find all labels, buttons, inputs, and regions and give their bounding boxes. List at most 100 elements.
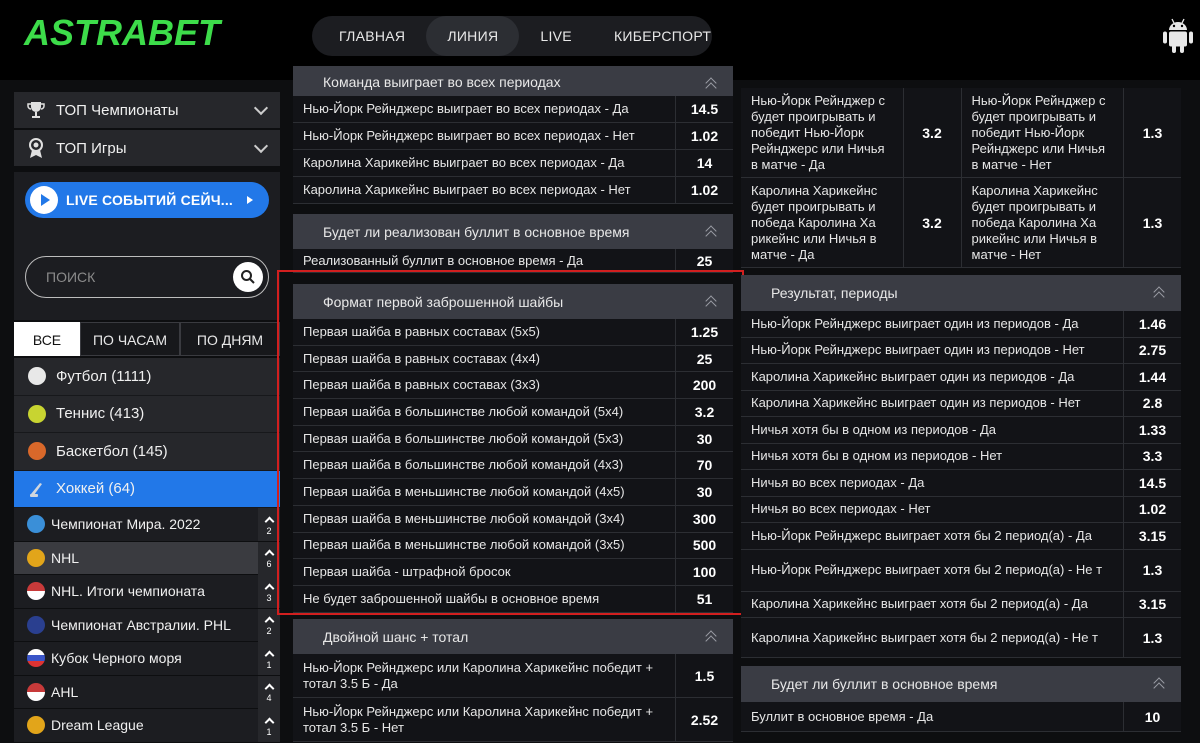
live-events-label: LIVE СОБЫТИЙ СЕЙЧ... <box>66 192 234 208</box>
tab-by-days[interactable]: ПО ДНЯМ <box>180 322 280 356</box>
odds-button[interactable]: 25 <box>675 249 733 272</box>
odds-button[interactable]: 1.3 <box>1123 88 1181 177</box>
odds-button[interactable]: 300 <box>675 505 733 532</box>
search-input[interactable] <box>46 267 226 287</box>
odds-button[interactable]: 3.15 <box>1123 523 1181 549</box>
outcome-label: Нью-Йорк Рейнджер с будет проигрывать и … <box>961 88 1123 177</box>
count-value: 4 <box>266 693 272 703</box>
android-icon[interactable] <box>1160 16 1196 56</box>
market-header[interactable]: Двойной шанс + тотал <box>293 619 733 654</box>
market-header[interactable]: Будет ли буллит в основное время <box>741 666 1181 702</box>
odds-button[interactable]: 14.5 <box>1123 470 1181 496</box>
nav-line[interactable]: ЛИНИЯ <box>426 16 520 56</box>
leagues-list: Чемпионат Мира. 2022 2 NHL 6 NHL. Итоги … <box>14 508 280 743</box>
league-dream-league[interactable]: Dream League 1 <box>14 709 280 743</box>
nav-home[interactable]: ГЛАВНАЯ <box>318 16 426 56</box>
outcome-label: Каролина Харикейнс выиграет один из пери… <box>741 390 1123 416</box>
market-header[interactable]: Формат первой заброшенной шайбы <box>293 284 733 319</box>
league-count[interactable]: 4 <box>258 675 280 709</box>
league-nhl[interactable]: NHL 6 <box>14 541 280 575</box>
odds-button[interactable]: 100 <box>675 559 733 585</box>
market-header[interactable]: Команда выиграет во всех периодах <box>293 66 733 96</box>
odds-button[interactable]: 1.02 <box>675 123 733 149</box>
odds-button[interactable]: 51 <box>675 585 733 612</box>
odds-row: Не будет заброшенной шайбы в основное вр… <box>293 585 733 613</box>
sport-label: Теннис (413) <box>56 405 145 423</box>
market-header[interactable]: Результат, периоды <box>741 275 1181 311</box>
odds-button[interactable]: 1.3 <box>1123 178 1181 267</box>
odds-button[interactable]: 1.3 <box>1123 618 1181 657</box>
odds-button[interactable]: 3.3 <box>1123 443 1181 469</box>
nav-esports[interactable]: КИБЕРСПОРТ <box>593 16 732 56</box>
odds-button[interactable]: 2.75 <box>1123 337 1181 363</box>
odds-button[interactable]: 3.2 <box>902 88 961 177</box>
nav-live[interactable]: LIVE <box>519 16 593 56</box>
odds-button[interactable]: 30 <box>675 425 733 452</box>
menu-label: ТОП Чемпионаты <box>56 101 179 119</box>
odds-button[interactable]: 10 <box>1123 702 1181 731</box>
search-icon[interactable] <box>233 262 263 292</box>
odds-button[interactable]: 200 <box>675 372 733 399</box>
odds-button[interactable]: 3.15 <box>1123 591 1181 617</box>
odds-button[interactable]: 1.5 <box>675 654 733 697</box>
league-ahl[interactable]: AHL 4 <box>14 675 280 709</box>
odds-button[interactable]: 25 <box>675 345 733 372</box>
league-count[interactable]: 3 <box>258 575 280 608</box>
sidebar: ТОП Чемпионаты ТОП Игры LIVE СОБЫТИЙ СЕЙ… <box>14 92 280 743</box>
odds-button[interactable]: 1.3 <box>1123 549 1181 591</box>
us-flag-icon <box>27 682 45 701</box>
odds-button[interactable]: 1.02 <box>1123 496 1181 522</box>
league-count[interactable]: 2 <box>258 608 280 642</box>
odds-button[interactable]: 1.25 <box>675 319 733 345</box>
astrabet-logo[interactable]: ASTRABET <box>22 12 274 52</box>
league-world-championship[interactable]: Чемпионат Мира. 2022 2 <box>14 508 280 542</box>
sport-basketball[interactable]: Баскетбол (145) <box>14 433 280 471</box>
tab-by-hours[interactable]: ПО ЧАСАМ <box>80 322 180 356</box>
league-label: AHL <box>51 683 79 700</box>
odds-button[interactable]: 30 <box>675 479 733 505</box>
league-count[interactable]: 2 <box>258 508 280 541</box>
sport-football[interactable]: Футбол (1111) <box>14 358 280 396</box>
collapse-icon <box>705 294 719 312</box>
odds-button[interactable]: 1.33 <box>1123 417 1181 443</box>
odds-row: Каролина Харикейнс выиграет один из пери… <box>741 390 1181 417</box>
league-count[interactable]: 1 <box>258 642 280 675</box>
odds-button[interactable]: 2.8 <box>1123 390 1181 416</box>
odds-button[interactable]: 500 <box>675 532 733 559</box>
sport-hockey[interactable]: Хоккей (64) <box>14 470 280 508</box>
league-count[interactable]: 6 <box>258 541 280 575</box>
league-label: NHL <box>51 549 80 566</box>
count-value: 1 <box>266 659 272 670</box>
menu-top-championships[interactable]: ТОП Чемпионаты <box>14 92 280 128</box>
live-events-button[interactable]: LIVE СОБЫТИЙ СЕЙЧ... <box>25 182 269 218</box>
outcome-label: Нью-Йорк Рейнджерс выиграет хотя бы 2 пе… <box>741 549 1123 591</box>
odds-button[interactable]: 3.2 <box>675 399 733 425</box>
odds-row: Нью-Йорк Рейнджерс или Каролина Харикейн… <box>293 698 733 742</box>
tab-all[interactable]: ВСЕ <box>14 322 80 356</box>
league-black-sea-cup[interactable]: Кубок Черного моря 1 <box>14 642 280 676</box>
chevron-up-icon <box>264 516 274 526</box>
tennis-ball-icon <box>28 404 46 423</box>
odds-button[interactable]: 70 <box>675 452 733 479</box>
league-count[interactable]: 1 <box>258 709 280 742</box>
odds-row: Первая шайба в большинстве любой командо… <box>293 452 733 480</box>
outcome-label: Каролина Харикейнс выиграет во всех пери… <box>293 177 675 203</box>
outcome-label: Первая шайба в меньшинстве любой командо… <box>293 479 675 505</box>
chevron-up-icon <box>264 616 274 627</box>
info-icon <box>27 548 45 567</box>
odds-button[interactable]: 1.02 <box>675 177 733 203</box>
league-nhl-results[interactable]: NHL. Итоги чемпионата 3 <box>14 575 280 609</box>
odds-button[interactable]: 2.52 <box>675 698 733 741</box>
odds-button[interactable]: 14 <box>675 150 733 176</box>
league-australia-phl[interactable]: Чемпионат Австралии. PHL 2 <box>14 608 280 642</box>
odds-button[interactable]: 14.5 <box>675 96 733 122</box>
odds-button[interactable]: 1.44 <box>1123 364 1181 390</box>
odds-button[interactable]: 3.2 <box>902 178 961 267</box>
odds-button[interactable]: 1.46 <box>1123 311 1181 337</box>
sport-tennis[interactable]: Теннис (413) <box>14 395 280 433</box>
menu-top-games[interactable]: ТОП Игры <box>14 130 280 166</box>
odds-row: Буллит в основное время - Да 10 <box>741 702 1181 732</box>
odds-row: Первая шайба в меньшинстве любой командо… <box>293 505 733 533</box>
market-header[interactable]: Будет ли реализован буллит в основное вр… <box>293 214 733 249</box>
outcome-label: Первая шайба в меньшинстве любой командо… <box>293 532 675 559</box>
